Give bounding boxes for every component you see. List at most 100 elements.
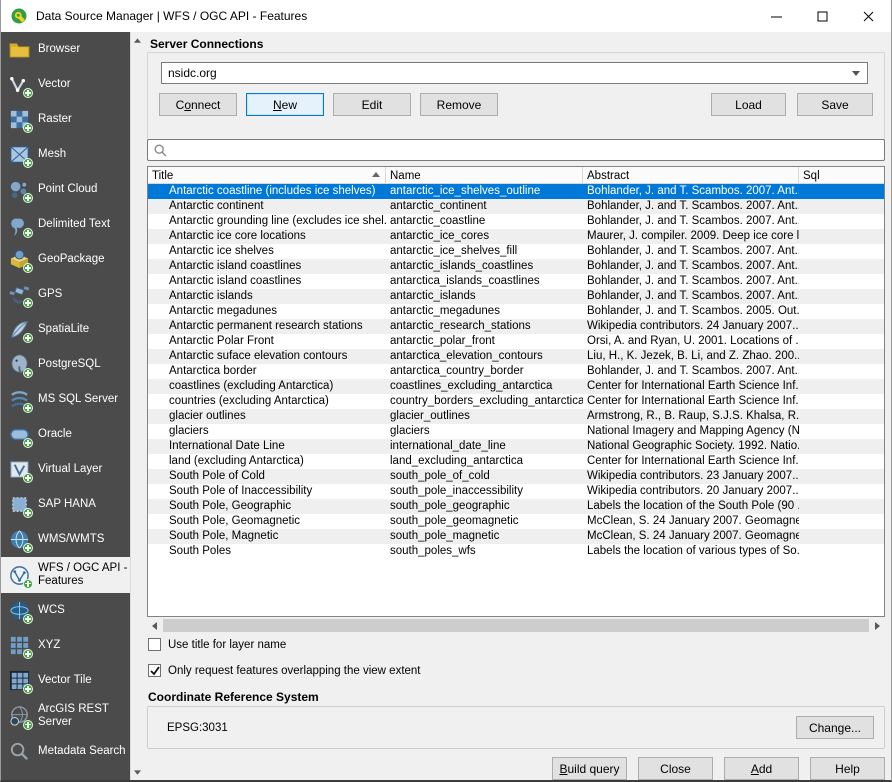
sidebar-item-raster[interactable]: Raster [1,102,130,137]
sidebar-item-oracle[interactable]: Oracle [1,417,130,452]
sidebar-item-label: Vector Tile [38,674,92,687]
table-row[interactable]: Antarctic coastline (includes ice shelve… [148,184,884,199]
cell-title: Antarctic megadunes [148,304,386,319]
cell-name: antarctica_islands_coastlines [386,274,583,289]
change-crs-button[interactable]: Change... [796,716,874,739]
table-row[interactable]: countries (excluding Antarctica)country_… [148,394,884,409]
table-row[interactable]: glacier outlinesglacier_outlinesArmstron… [148,409,884,424]
sidebar-item-label: Virtual Layer [38,463,102,476]
table-row[interactable]: South Pole of Inaccessibilitysouth_pole_… [148,484,884,499]
titlebar[interactable]: Data Source Manager | WFS / OGC API - Fe… [1,0,891,32]
add-button[interactable]: Add [724,757,799,780]
cell-name: coastlines_excluding_antarctica [386,379,583,394]
connect-button[interactable]: Connect [159,93,237,116]
sidebar-item-virtual-layer[interactable]: Virtual Layer [1,452,130,487]
table-row[interactable]: Antarctic island coastlinesantarctica_is… [148,274,884,289]
column-header-name[interactable]: Name [386,167,583,183]
table-row[interactable]: South Pole, Geographicsouth_pole_geograp… [148,499,884,514]
save-button[interactable]: Save [797,93,873,116]
scroll-left-icon[interactable] [147,618,162,633]
plus-badge-icon [23,298,33,308]
table-row[interactable]: Antarctic island coastlinesantarctic_isl… [148,259,884,274]
table-row[interactable]: Antarctic ice shelvesantarctic_ice_shelv… [148,244,884,259]
table-row[interactable]: Antarctic permanent research stationsant… [148,319,884,334]
cell-sql [799,499,884,514]
cell-abstract: National Geographic Society. 1992. Natio… [583,439,799,454]
table-row[interactable]: Antarctica borderantarctica_country_bord… [148,364,884,379]
column-header-sql[interactable]: Sql [799,167,884,183]
sidebar-item-wfs[interactable]: WFS / OGC API - Features [1,557,130,593]
table-row[interactable]: land (excluding Antarctica)land_excludin… [148,454,884,469]
table-row[interactable]: Antarctic grounding line (excludes ice s… [148,214,884,229]
close-dialog-button[interactable]: Close [638,757,713,780]
table-row[interactable]: Antarctic continentantarctic_continentBo… [148,199,884,214]
cell-abstract: Bohlander, J. and T. Scambos. 2005. Out.… [583,304,799,319]
table-row[interactable]: Antarctic megadunesantarctic_megadunesBo… [148,304,884,319]
sidebar-item-mssql[interactable]: MS SQL Server [1,382,130,417]
cell-sql [799,229,884,244]
checkbox-box[interactable] [148,664,161,677]
sidebar-item-gps[interactable]: GPS [1,277,130,312]
sidebar-item-wms[interactable]: WMS/WMTS [1,522,130,557]
table-row[interactable]: glaciersglaciersNational Imagery and Map… [148,424,884,439]
cell-abstract: Wikipedia contributors. 24 January 2007.… [583,319,799,334]
cell-name: south_pole_geographic [386,499,583,514]
cell-name: antarctic_continent [386,199,583,214]
table-row[interactable]: Antarctic Polar Frontantarctic_polar_fro… [148,334,884,349]
sidebar-item-mesh[interactable]: Mesh [1,137,130,172]
table-row[interactable]: Antarctic islandsantarctic_islandsBohlan… [148,289,884,304]
wms-icon [8,528,31,551]
sidebar-item-label: GPS [38,288,62,301]
sidebar-item-geopackage[interactable]: GeoPackage [1,242,130,277]
table-row[interactable]: coastlines (excluding Antarctica)coastli… [148,379,884,394]
table-row[interactable]: South Pole, Geomagneticsouth_pole_geomag… [148,514,884,529]
minimize-button[interactable] [753,0,799,32]
new-button[interactable]: New [246,93,324,116]
raster-icon [8,108,31,131]
sidebar-item-point-cloud[interactable]: Point Cloud [1,172,130,207]
sidebar-item-vector-tile[interactable]: Vector Tile [1,663,130,698]
sidebar-item-wcs[interactable]: WCS [1,593,130,628]
connection-select[interactable]: nsidc.org [161,62,868,84]
table-row[interactable]: South Pole, Magneticsouth_pole_magneticM… [148,529,884,544]
cell-name: antarctic_research_stations [386,319,583,334]
sidebar-item-sap-hana[interactable]: SAP HANA [1,487,130,522]
maximize-button[interactable] [799,0,845,32]
column-header-title[interactable]: Title [148,167,386,183]
cell-title: South Pole of Cold [148,469,386,484]
checkbox-box[interactable] [148,638,161,651]
only-request-overlapping-checkbox[interactable]: Only request features overlapping the vi… [148,664,421,677]
table-row[interactable]: Antarctic suface elevation contoursantar… [148,349,884,364]
scrollbar-thumb[interactable] [163,619,869,632]
remove-button[interactable]: Remove [420,93,498,116]
vector-tile-icon [8,669,31,692]
sidebar-item-spatialite[interactable]: SpatiaLite [1,312,130,347]
table-row[interactable]: South Pole of Coldsouth_pole_of_coldWiki… [148,469,884,484]
cell-sql [799,469,884,484]
table-row[interactable]: South Polessouth_poles_wfsLabels the loc… [148,544,884,559]
sidebar-scrollbar[interactable] [130,32,142,780]
sidebar-item-arcgis[interactable]: ArcGIS REST Server [1,698,130,734]
filter-input[interactable] [171,141,884,159]
edit-button[interactable]: Edit [333,93,411,116]
sidebar-item-delimited-text[interactable]: Delimited Text [1,207,130,242]
sidebar-item-xyz[interactable]: XYZ [1,628,130,663]
table-row[interactable]: Antarctic ice core locationsantarctic_ic… [148,229,884,244]
arcgis-icon [8,705,31,728]
column-header-abstract[interactable]: Abstract [583,167,799,183]
cell-sql [799,484,884,499]
build-query-button[interactable]: Build query [552,757,627,780]
load-button[interactable]: Load [711,93,786,116]
sidebar-item-browser[interactable]: Browser [1,32,130,67]
scroll-right-icon[interactable] [870,618,885,633]
table-row[interactable]: International Date Lineinternational_dat… [148,439,884,454]
sidebar-item-label: Point Cloud [38,183,97,196]
cell-title: Antarctic suface elevation contours [148,349,386,364]
use-title-for-layer-name-checkbox[interactable]: Use title for layer name [148,638,286,651]
close-button[interactable] [845,0,891,32]
sidebar-item-metadata-search[interactable]: Metadata Search [1,734,130,769]
sidebar-item-vector[interactable]: Vector [1,67,130,102]
table-horizontal-scrollbar[interactable] [147,618,885,633]
help-button[interactable]: Help [810,757,885,780]
sidebar-item-postgresql[interactable]: PostgreSQL [1,347,130,382]
